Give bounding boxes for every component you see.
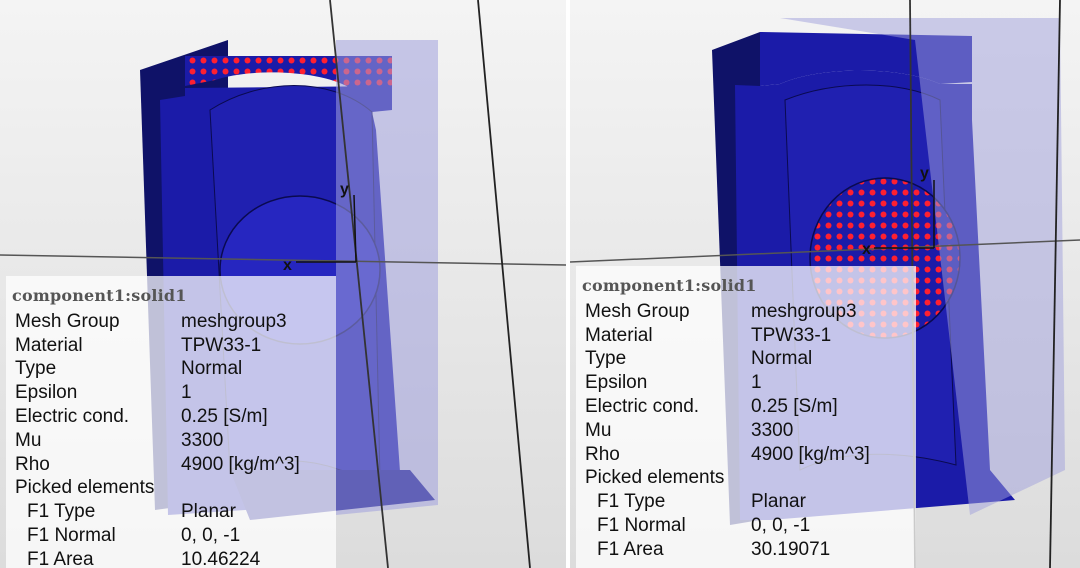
info-value: Normal: [181, 358, 243, 380]
info-row: Material TPW33-1: [576, 324, 916, 348]
picked-key: F1 Type: [597, 491, 666, 513]
info-key: Electric cond.: [15, 405, 130, 427]
info-key: Type: [15, 358, 57, 380]
picked-value: 10.46224: [181, 548, 261, 568]
info-key: Rho: [585, 443, 620, 465]
info-value: 1: [181, 382, 192, 404]
picked-key: F1 Normal: [597, 514, 686, 536]
info-value: 3300: [751, 419, 794, 441]
picked-row: F1 Normal 0, 0, -1: [576, 514, 916, 538]
picked-key: F1 Area: [27, 548, 94, 568]
info-key: Epsilon: [585, 372, 648, 394]
info-value: 4900 [kg/m^3]: [751, 443, 870, 465]
axis-y-label: y: [340, 181, 349, 198]
info-row: Rho 4900 [kg/m^3]: [576, 443, 916, 467]
info-value: meshgroup3: [751, 300, 857, 322]
info-row: Picked elements: [6, 476, 336, 500]
grid-line-v2: [477, 0, 531, 568]
info-row: Mesh Group meshgroup3: [6, 310, 336, 334]
info-value: 1: [751, 372, 762, 394]
info-key: Material: [15, 334, 83, 356]
info-row: Epsilon 1: [6, 381, 336, 405]
info-row: Electric cond. 0.25 [S/m]: [6, 405, 336, 429]
info-row: Mesh Group meshgroup3: [576, 300, 916, 324]
info-value: TPW33-1: [181, 334, 262, 356]
picked-key: F1 Area: [597, 538, 664, 560]
info-value: 0.25 [S/m]: [751, 395, 838, 417]
info-key: Epsilon: [15, 382, 78, 404]
axis-x-label: x: [862, 241, 871, 258]
panel-title: component1:solid1: [12, 286, 187, 305]
info-key: Mesh Group: [585, 300, 690, 322]
picked-row: F1 Type Planar: [6, 500, 336, 524]
picked-row: F1 Area 10.46224: [6, 548, 336, 568]
info-key: Picked elements: [585, 467, 725, 489]
picked-key: F1 Type: [27, 501, 96, 523]
picked-value: Planar: [181, 501, 236, 523]
info-key: Picked elements: [15, 477, 155, 499]
info-key: Mu: [15, 429, 42, 451]
axis-x-label: x: [283, 257, 292, 274]
axis-y-label: y: [920, 165, 929, 182]
picked-value: 0, 0, -1: [181, 524, 241, 546]
info-row: Epsilon 1: [576, 371, 916, 395]
info-key: Electric cond.: [585, 395, 700, 417]
info-value: 4900 [kg/m^3]: [181, 453, 300, 475]
info-value: 0.25 [S/m]: [181, 405, 268, 427]
info-panel-right: component1:solid1 Mesh Group meshgroup3 M…: [576, 266, 916, 568]
picked-value: 30.19071: [751, 538, 831, 560]
info-key: Mu: [585, 419, 612, 441]
info-key: Rho: [15, 453, 50, 475]
info-row: Material TPW33-1: [6, 334, 336, 358]
info-key: Type: [585, 348, 627, 370]
viewport-left[interactable]: y x component1:solid1 Mesh Group meshgrou…: [0, 0, 566, 568]
info-panel-left: component1:solid1 Mesh Group meshgroup3 M…: [6, 276, 336, 568]
picked-value: 0, 0, -1: [751, 514, 811, 536]
info-row: Electric cond. 0.25 [S/m]: [576, 395, 916, 419]
info-row: Picked elements: [576, 466, 916, 490]
info-row: Type Normal: [576, 347, 916, 371]
picked-row: F1 Normal 0, 0, -1: [6, 524, 336, 548]
info-row: Rho 4900 [kg/m^3]: [6, 453, 336, 477]
info-key: Mesh Group: [15, 310, 120, 332]
info-row: Mu 3300: [576, 419, 916, 443]
info-value: Normal: [751, 348, 813, 370]
picked-value: Planar: [751, 491, 806, 513]
info-value: 3300: [181, 429, 224, 451]
picked-row: F1 Type Planar: [576, 490, 916, 514]
picked-key: F1 Normal: [27, 524, 116, 546]
info-row: Mu 3300: [6, 429, 336, 453]
panel-title: component1:solid1: [582, 276, 757, 295]
info-key: Material: [585, 324, 653, 346]
info-value: meshgroup3: [181, 310, 287, 332]
picked-row: F1 Area 30.19071: [576, 538, 916, 562]
info-value: TPW33-1: [751, 324, 832, 346]
info-row: Type Normal: [6, 357, 336, 381]
